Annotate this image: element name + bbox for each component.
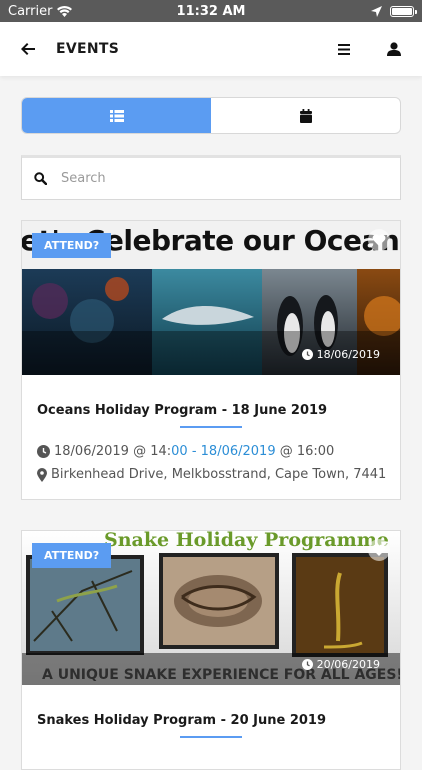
map-marker-icon <box>37 467 47 482</box>
favorite-button[interactable] <box>368 229 390 251</box>
wifi-icon <box>57 5 73 17</box>
hamburger-icon <box>338 43 350 55</box>
status-time: 11:32 AM <box>176 3 246 19</box>
carrier-area: Carrier <box>8 4 148 19</box>
event-image: et's Celebrate our Oceans! ATTEND? 18/06… <box>22 221 400 375</box>
event-datetime: 18/06/2019 @ 14:00 - 18/06/2019 @ 16:00 <box>37 444 400 459</box>
start-date: 18/06/2019 <box>54 444 129 459</box>
end-date: 18/06/2019 <box>200 444 276 459</box>
clock-icon <box>301 659 313 670</box>
calendar-icon <box>299 108 312 123</box>
event-card[interactable]: et's Celebrate our Oceans! ATTEND? 18/06… <box>21 220 401 500</box>
event-card[interactable]: Snake Holiday Programme A UNIQUE SNAKE E… <box>21 530 401 770</box>
heart-icon <box>372 234 386 246</box>
arrow-left-icon <box>21 43 35 55</box>
range-separator: - <box>187 444 201 459</box>
image-date: 20/06/2019 <box>301 658 380 671</box>
app-header: EVENTS <box>0 22 422 76</box>
event-location: Birkenhead Drive, Melkbosstrand, Cape To… <box>37 467 400 482</box>
list-icon <box>109 109 124 122</box>
start-minutes: 00 <box>171 444 188 459</box>
image-date: 18/06/2019 <box>301 348 380 361</box>
view-toggle <box>21 97 401 134</box>
page-title: EVENTS <box>56 41 120 57</box>
header-actions <box>334 39 406 59</box>
event-banner-text: Snake Holiday Programme <box>104 531 389 551</box>
favorite-button[interactable] <box>368 539 390 561</box>
battery-icon <box>390 5 417 17</box>
search-box <box>21 155 401 200</box>
carrier-label: Carrier <box>8 3 53 19</box>
menu-button[interactable] <box>334 39 354 59</box>
attend-badge[interactable]: ATTEND? <box>32 543 112 568</box>
title-underline <box>180 426 242 428</box>
back-button[interactable] <box>16 37 40 61</box>
calendar-view-tab[interactable] <box>211 98 400 133</box>
search-icon <box>34 172 47 185</box>
profile-button[interactable] <box>384 39 404 59</box>
title-underline <box>180 736 242 738</box>
event-title[interactable]: Snakes Holiday Program - 20 June 2019 <box>37 713 400 728</box>
image-date-text: 20/06/2019 <box>316 658 380 671</box>
attend-badge[interactable]: ATTEND? <box>32 233 112 258</box>
location-text: Birkenhead Drive, Melkbosstrand, Cape To… <box>51 467 387 482</box>
location-arrow-icon <box>371 5 382 17</box>
status-bar: Carrier 11:32 AM <box>0 0 422 22</box>
event-title[interactable]: Oceans Holiday Program - 18 June 2019 <box>37 403 400 418</box>
event-image: Snake Holiday Programme A UNIQUE SNAKE E… <box>22 531 400 685</box>
image-date-text: 18/06/2019 <box>316 348 380 361</box>
status-right <box>274 5 417 17</box>
search-input[interactable] <box>61 171 388 186</box>
clock-icon <box>37 445 50 458</box>
clock-icon <box>301 349 313 360</box>
list-view-tab[interactable] <box>22 98 211 133</box>
end-at: @ 16:00 <box>275 444 335 459</box>
start-at: @ 14: <box>133 444 172 459</box>
heart-icon <box>372 544 386 556</box>
user-icon <box>387 42 401 56</box>
